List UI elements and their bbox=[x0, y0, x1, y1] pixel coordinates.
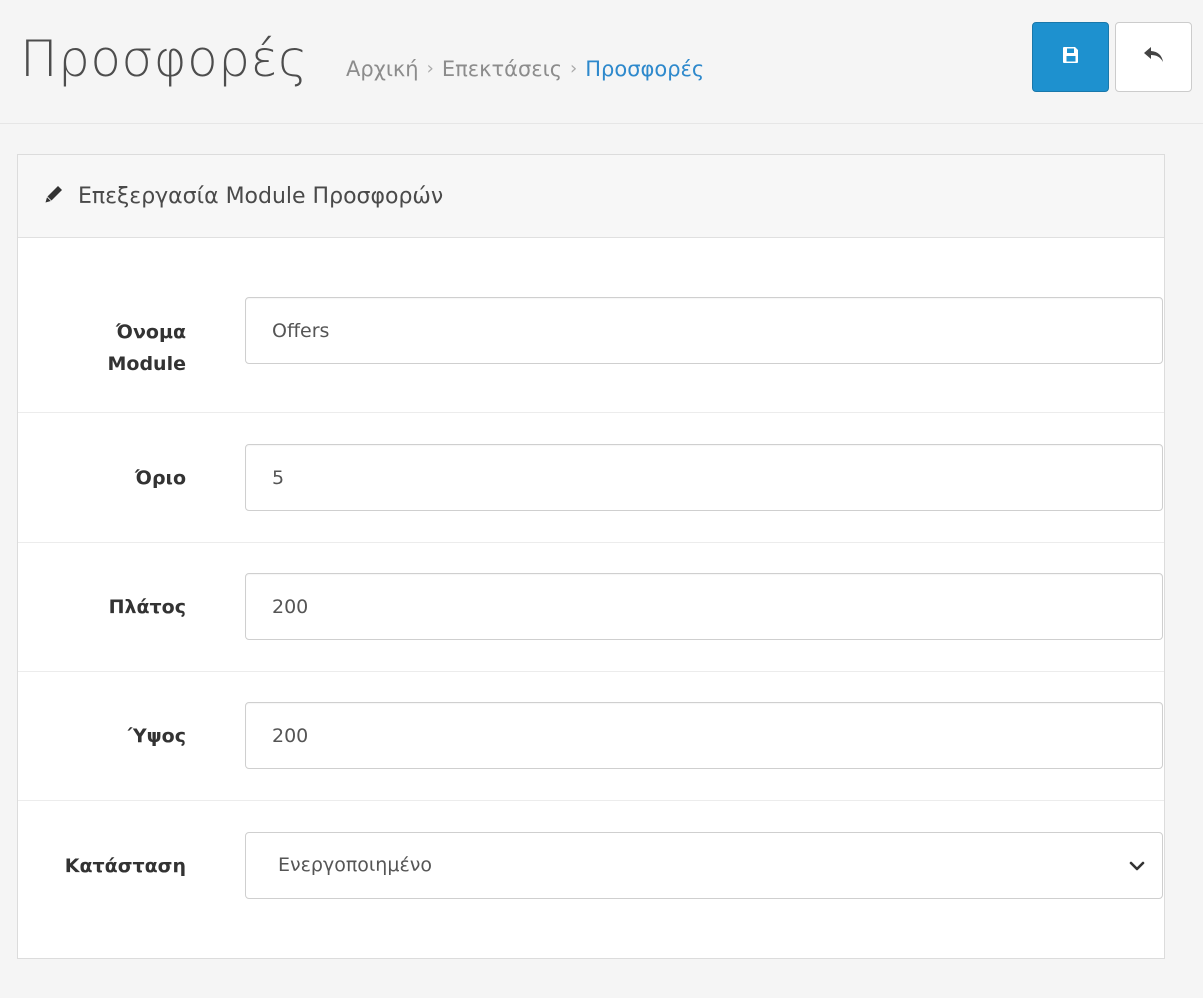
limit-input[interactable] bbox=[245, 444, 1163, 511]
page-title: Προσφορές bbox=[20, 30, 308, 88]
status-selected-value: Ενεργοποιημένο bbox=[278, 854, 432, 876]
page: Προσφορές Αρχική › Επεκτάσεις › Προσφορέ… bbox=[0, 0, 1203, 998]
form-row-module-name: Όνομα Module bbox=[18, 238, 1164, 413]
edit-module-panel: Επεξεργασία Module Προσφορών Όνομα Modul… bbox=[17, 154, 1165, 959]
form-row-limit: Όριο bbox=[18, 413, 1164, 543]
status-label: Κατάσταση bbox=[64, 855, 186, 877]
breadcrumb-extensions[interactable]: Επεκτάσεις bbox=[442, 54, 562, 84]
width-label: Πλάτος bbox=[108, 596, 186, 618]
save-button[interactable] bbox=[1032, 22, 1109, 92]
chevron-down-icon bbox=[1128, 857, 1146, 875]
height-label: Ύψος bbox=[127, 725, 186, 747]
panel-heading: Επεξεργασία Module Προσφορών bbox=[18, 155, 1164, 238]
reply-icon bbox=[1142, 44, 1166, 70]
module-name-input[interactable] bbox=[245, 297, 1163, 364]
width-input[interactable] bbox=[245, 573, 1163, 640]
form-row-width: Πλάτος bbox=[18, 543, 1164, 672]
status-select[interactable]: Ενεργοποιημένο bbox=[245, 832, 1163, 899]
module-name-label: Όνομα Module bbox=[107, 321, 187, 375]
form-row-status: Κατάσταση Ενεργοποιημένο bbox=[18, 801, 1164, 958]
limit-label: Όριο bbox=[135, 467, 186, 489]
panel-title: Επεξεργασία Module Προσφορών bbox=[78, 183, 444, 209]
floppy-disk-icon bbox=[1061, 45, 1081, 69]
pencil-icon bbox=[44, 184, 64, 208]
form-row-height: Ύψος bbox=[18, 672, 1164, 801]
breadcrumb-offers[interactable]: Προσφορές bbox=[585, 54, 704, 84]
height-input[interactable] bbox=[245, 702, 1163, 769]
page-header: Προσφορές Αρχική › Επεκτάσεις › Προσφορέ… bbox=[0, 0, 1203, 124]
breadcrumb-separator: › bbox=[426, 58, 434, 79]
breadcrumb: Αρχική › Επεκτάσεις › Προσφορές bbox=[346, 54, 704, 84]
back-button[interactable] bbox=[1115, 22, 1192, 92]
breadcrumb-separator: › bbox=[570, 58, 578, 79]
breadcrumb-home[interactable]: Αρχική bbox=[346, 54, 419, 84]
